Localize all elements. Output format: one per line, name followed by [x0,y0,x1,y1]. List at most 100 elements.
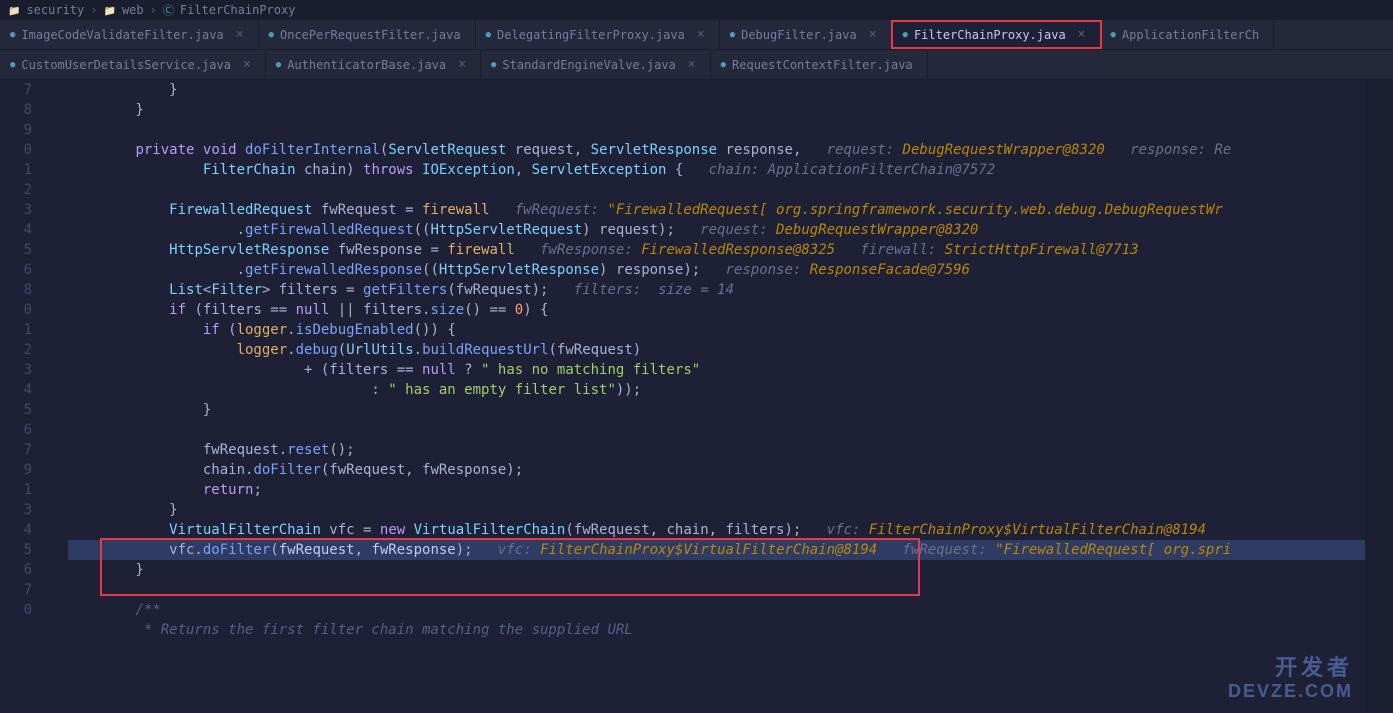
code-line[interactable]: chain.doFilter(fwRequest, fwResponse); [68,460,1365,480]
code-line[interactable]: vfc.doFilter(fwRequest, fwResponse); vfc… [68,540,1365,560]
tab-label: OncePerRequestFilter.java [280,28,461,42]
line-number: 6 [0,260,32,280]
java-icon [269,30,274,40]
close-icon[interactable]: × [688,57,696,72]
line-number: 9 [0,120,32,140]
code-line[interactable] [68,420,1365,440]
breadcrumb-security[interactable]: security [26,3,84,17]
code-line[interactable]: if (filters == null || filters.size() ==… [68,300,1365,320]
line-number: 4 [0,380,32,400]
tab-row-2: CustomUserDetailsService.java×Authentica… [0,50,1393,80]
java-icon [721,60,726,70]
code-line[interactable]: + (filters == null ? " has no matching f… [68,360,1365,380]
close-icon[interactable]: × [869,27,877,42]
code-line[interactable]: } [68,100,1365,120]
tab-applicationfilterch[interactable]: ApplicationFilterCh [1101,20,1275,49]
code-line[interactable]: HttpServletResponse fwResponse = firewal… [68,240,1365,260]
line-number: 0 [0,300,32,320]
line-number: 2 [0,180,32,200]
line-number-gutter: 789012345680123456791345670 [0,80,40,713]
line-number: 7 [0,80,32,100]
line-number: 0 [0,140,32,160]
folder-icon [8,3,20,17]
tab-filterchainproxy-java[interactable]: FilterChainProxy.java × [891,20,1102,49]
code-area[interactable]: } } private void doFilterInternal(Servle… [68,80,1365,713]
tab-label: DelegatingFilterProxy.java [497,28,685,42]
tab-label: ApplicationFilterCh [1122,28,1259,42]
code-line[interactable]: if (logger.isDebugEnabled()) { [68,320,1365,340]
line-number: 2 [0,340,32,360]
line-number: 3 [0,200,32,220]
code-line[interactable]: } [68,80,1365,100]
close-icon[interactable]: × [243,57,251,72]
breadcrumb: security › web › FilterChainProxy [0,0,1393,20]
close-icon[interactable]: × [1078,27,1086,42]
line-number: 4 [0,520,32,540]
code-line[interactable]: List<Filter> filters = getFilters(fwRequ… [68,280,1365,300]
code-line[interactable]: } [68,560,1365,580]
line-number: 6 [0,420,32,440]
breadcrumb-class[interactable]: FilterChainProxy [180,3,296,17]
line-number: 5 [0,540,32,560]
java-icon [730,30,735,40]
tab-delegatingfilterproxy-java[interactable]: DelegatingFilterProxy.java × [476,20,720,49]
line-number: 7 [0,580,32,600]
tab-label: StandardEngineValve.java [502,58,675,72]
tab-imagecodevalidatefilter-java[interactable]: ImageCodeValidateFilter.java × [0,20,259,49]
java-icon [486,30,491,40]
folder-icon [103,3,115,17]
editor: 789012345680123456791345670 } } private … [0,80,1393,713]
tab-onceperrequestfilter-java[interactable]: OncePerRequestFilter.java [259,20,476,49]
java-icon [903,30,908,40]
code-line[interactable]: logger.debug(UrlUtils.buildRequestUrl(fw… [68,340,1365,360]
code-line[interactable]: FilterChain chain) throws IOException, S… [68,160,1365,180]
code-line[interactable]: return; [68,480,1365,500]
tab-label: FilterChainProxy.java [914,28,1066,42]
line-number: 9 [0,460,32,480]
line-number: 5 [0,400,32,420]
tab-debugfilter-java[interactable]: DebugFilter.java × [720,20,892,49]
tab-customuserdetailsservice-java[interactable]: CustomUserDetailsService.java × [0,50,266,79]
line-number: 8 [0,100,32,120]
breadcrumb-web[interactable]: web [122,3,144,17]
class-icon [163,2,174,18]
code-line[interactable]: : " has an empty filter list")); [68,380,1365,400]
java-icon [10,60,15,70]
line-number: 3 [0,360,32,380]
close-icon[interactable]: × [697,27,705,42]
code-line[interactable]: FirewalledRequest fwRequest = firewall f… [68,200,1365,220]
java-icon [491,60,496,70]
line-number: 0 [0,600,32,620]
code-line[interactable]: fwRequest.reset(); [68,440,1365,460]
code-line[interactable]: .getFirewalledResponse((HttpServletRespo… [68,260,1365,280]
close-icon[interactable]: × [458,57,466,72]
tab-authenticatorbase-java[interactable]: AuthenticatorBase.java × [266,50,481,79]
chevron-right-icon: › [90,3,97,17]
code-line[interactable]: /** [68,600,1365,620]
java-icon [1111,30,1116,40]
code-line[interactable]: VirtualFilterChain vfc = new VirtualFilt… [68,520,1365,540]
line-number: 1 [0,320,32,340]
tab-label: AuthenticatorBase.java [287,58,446,72]
tab-standardenginevalve-java[interactable]: StandardEngineValve.java × [481,50,711,79]
line-number: 7 [0,440,32,460]
code-line[interactable] [68,580,1365,600]
fold-gutter [40,80,68,713]
code-line[interactable]: private void doFilterInternal(ServletReq… [68,140,1365,160]
minimap[interactable] [1365,80,1393,713]
code-line[interactable] [68,180,1365,200]
tab-label: DebugFilter.java [741,28,857,42]
code-line[interactable] [68,120,1365,140]
java-icon [276,60,281,70]
line-number: 8 [0,280,32,300]
tab-label: CustomUserDetailsService.java [21,58,231,72]
code-line[interactable]: * Returns the first filter chain matchin… [68,620,1365,640]
close-icon[interactable]: × [236,27,244,42]
code-line[interactable]: } [68,400,1365,420]
tab-requestcontextfilter-java[interactable]: RequestContextFilter.java [711,50,928,79]
line-number: 4 [0,220,32,240]
line-number: 1 [0,480,32,500]
code-line[interactable]: } [68,500,1365,520]
code-line[interactable]: .getFirewalledRequest((HttpServletReques… [68,220,1365,240]
tab-label: ImageCodeValidateFilter.java [21,28,223,42]
